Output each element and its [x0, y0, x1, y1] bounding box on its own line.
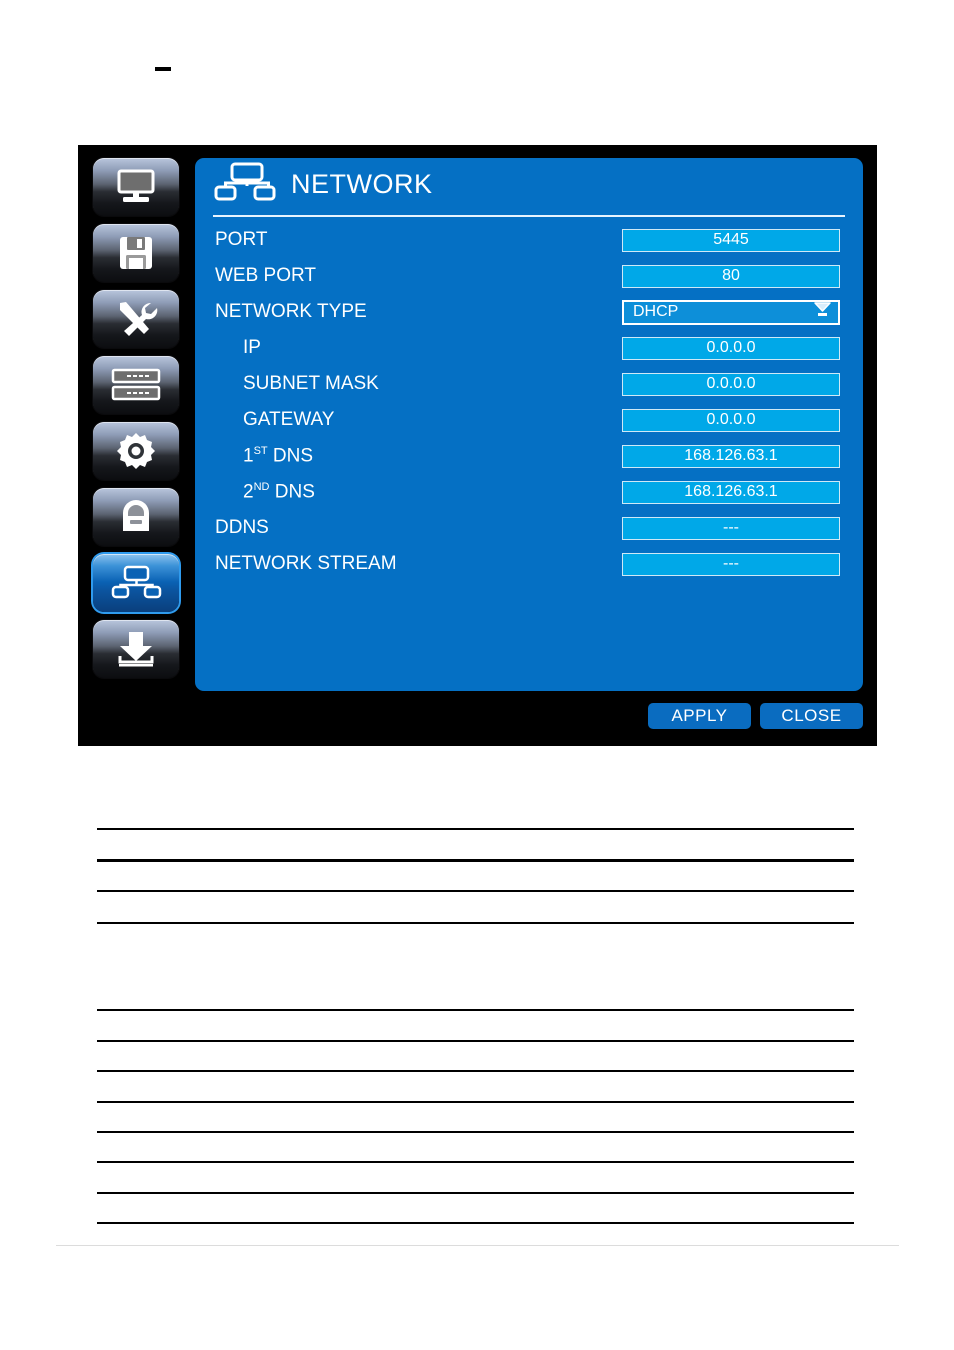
osd-window: NETWORK PORT 5445 WEB PORT 80 NETWORK TYPE DH… — [78, 145, 877, 746]
monitor-icon — [113, 168, 159, 206]
settings-row: WEB PORT 80 — [195, 258, 863, 294]
panel-header: NETWORK — [195, 158, 863, 210]
settings-value-text: 168.126.63.1 — [684, 447, 778, 464]
network-settings-panel: NETWORK PORT 5445 WEB PORT 80 NETWORK TYPE DH… — [195, 158, 863, 691]
settings-row: SUBNET MASK 0.0.0.0 — [195, 366, 863, 402]
settings-value-text: 0.0.0.0 — [706, 411, 756, 428]
settings-row-label: 2ND DNS — [243, 480, 315, 503]
sidebar-item-backup[interactable] — [93, 620, 179, 678]
settings-value-text: 168.126.63.1 — [684, 483, 778, 500]
settings-row: GATEWAY 0.0.0.0 — [195, 402, 863, 438]
settings-value-text: --- — [723, 555, 739, 572]
apply-button[interactable]: APPLY — [648, 703, 751, 729]
settings-value-field[interactable]: 168.126.63.1 — [622, 480, 840, 504]
floppy-disk-icon — [116, 234, 156, 272]
settings-dropdown[interactable]: DHCP — [622, 299, 840, 325]
settings-value-field[interactable]: 0.0.0.0 — [622, 372, 840, 396]
page-root: NETWORK PORT 5445 WEB PORT 80 NETWORK TYPE DH… — [0, 0, 954, 1350]
settings-value-text: 0.0.0.0 — [706, 339, 756, 356]
table-rule-line — [97, 1101, 854, 1103]
network-icon — [110, 564, 162, 602]
sidebar-item-tools[interactable] — [93, 290, 179, 348]
settings-value-field[interactable]: --- — [622, 516, 840, 540]
settings-value-field[interactable]: --- — [622, 552, 840, 576]
settings-row-label: NETWORK TYPE — [215, 301, 367, 322]
settings-value-field[interactable]: 80 — [622, 264, 840, 288]
table-rule-line — [97, 1070, 854, 1072]
close-button[interactable]: CLOSE — [760, 703, 863, 729]
settings-row-label: 1ST DNS — [243, 444, 314, 467]
settings-row: PORT 5445 — [195, 222, 863, 258]
top-dash-mark — [155, 67, 171, 71]
settings-row-label: IP — [243, 337, 261, 358]
tools-icon — [113, 299, 159, 339]
table-rule-line — [97, 828, 854, 830]
download-arrow-icon — [114, 630, 158, 668]
settings-value-field[interactable]: 168.126.63.1 — [622, 444, 840, 468]
sidebar-item-storage[interactable] — [93, 224, 179, 282]
network-topology-icon — [213, 160, 277, 209]
header-divider — [213, 215, 845, 217]
settings-row-label: NETWORK STREAM — [215, 553, 397, 574]
settings-row-label: SUBNET MASK — [243, 373, 379, 394]
settings-row-label: PORT — [215, 229, 268, 250]
table-rule-line — [97, 890, 854, 892]
settings-row: DDNS --- — [195, 510, 863, 546]
settings-row-list: PORT 5445 WEB PORT 80 NETWORK TYPE DHCP IP 0.0.… — [195, 222, 863, 582]
settings-row: IP 0.0.0.0 — [195, 330, 863, 366]
table-rule-line — [97, 1131, 854, 1133]
table-rule-line — [97, 922, 854, 924]
sidebar-item-display[interactable] — [93, 158, 179, 216]
settings-row-label: GATEWAY — [243, 409, 335, 430]
osd-footer: APPLY CLOSE — [195, 703, 863, 729]
settings-value-text: 5445 — [713, 231, 749, 248]
table-rule-line — [97, 1040, 854, 1042]
settings-row: 2ND DNS 168.126.63.1 — [195, 474, 863, 510]
settings-value-field[interactable]: 5445 — [622, 228, 840, 252]
settings-row: 1ST DNS 168.126.63.1 — [195, 438, 863, 474]
table-rule-line — [97, 859, 854, 863]
settings-value-text: --- — [723, 519, 739, 536]
table-rule-line — [97, 1222, 854, 1224]
lock-icon — [115, 498, 157, 536]
settings-value-text: 0.0.0.0 — [706, 375, 756, 392]
record-list-icon — [110, 367, 162, 403]
table-rule-line — [97, 1192, 854, 1194]
gear-camera-icon — [115, 431, 157, 471]
sidebar-item-camera[interactable] — [93, 422, 179, 480]
settings-value-field[interactable]: 0.0.0.0 — [622, 408, 840, 432]
sidebar-item-network[interactable] — [93, 554, 179, 612]
osd-sidebar — [93, 158, 183, 678]
settings-row: NETWORK TYPE DHCP — [195, 294, 863, 330]
sidebar-item-security[interactable] — [93, 488, 179, 546]
settings-value-field[interactable]: 0.0.0.0 — [622, 336, 840, 360]
sidebar-item-records[interactable] — [93, 356, 179, 414]
table-rule-line — [97, 1009, 854, 1011]
settings-value-text: DHCP — [633, 303, 679, 320]
chevron-down-icon[interactable] — [813, 301, 832, 323]
settings-row-label: WEB PORT — [215, 265, 316, 286]
settings-row-label: DDNS — [215, 517, 269, 538]
settings-row: NETWORK STREAM --- — [195, 546, 863, 582]
settings-value-text: 80 — [722, 267, 740, 284]
page-title: NETWORK — [291, 168, 433, 199]
table-rule-line — [97, 1161, 854, 1163]
footer-separator — [56, 1245, 899, 1246]
